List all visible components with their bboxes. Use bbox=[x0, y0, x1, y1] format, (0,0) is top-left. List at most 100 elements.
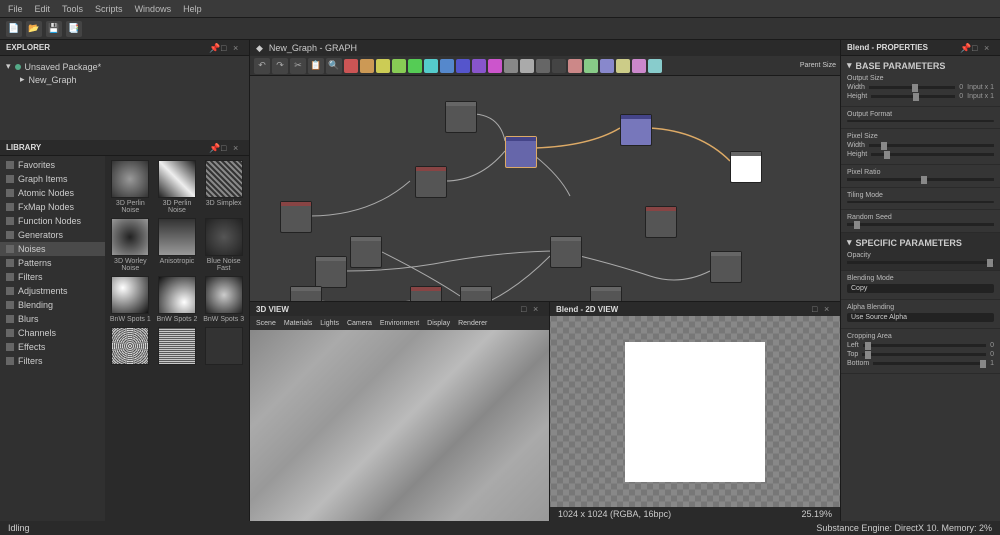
menu-tools[interactable]: Tools bbox=[62, 4, 83, 14]
library-category[interactable]: Patterns bbox=[0, 256, 105, 270]
alpha-dropdown[interactable]: Use Source Alpha bbox=[847, 313, 994, 322]
menu-help[interactable]: Help bbox=[183, 4, 202, 14]
color-swatch[interactable] bbox=[408, 59, 422, 73]
output-format-dropdown[interactable] bbox=[847, 120, 994, 122]
save-icon[interactable]: 💾 bbox=[46, 21, 62, 37]
view3d-menu[interactable]: Renderer bbox=[458, 320, 487, 327]
library-item[interactable]: Anisotropic bbox=[156, 218, 199, 272]
opacity-slider[interactable] bbox=[847, 261, 994, 264]
view3d-menu[interactable]: Scene bbox=[256, 320, 276, 327]
color-swatch[interactable] bbox=[520, 59, 534, 73]
px-width-slider[interactable] bbox=[869, 144, 994, 147]
color-swatch[interactable] bbox=[472, 59, 486, 73]
graph-node[interactable] bbox=[290, 286, 322, 301]
color-swatch[interactable] bbox=[392, 59, 406, 73]
maximize-icon[interactable]: □ bbox=[521, 304, 531, 314]
graph-node[interactable] bbox=[460, 286, 492, 301]
menu-edit[interactable]: Edit bbox=[35, 4, 51, 14]
library-category[interactable]: Effects bbox=[0, 340, 105, 354]
library-item[interactable]: Blue Noise Fast bbox=[202, 218, 245, 272]
library-category[interactable]: Adjustments bbox=[0, 284, 105, 298]
graph-node[interactable] bbox=[315, 256, 347, 288]
seed-slider[interactable] bbox=[847, 223, 994, 226]
color-swatch[interactable] bbox=[504, 59, 518, 73]
maximize-icon[interactable]: □ bbox=[972, 43, 982, 53]
graph-node[interactable] bbox=[350, 236, 382, 268]
blend-mode-dropdown[interactable]: Copy bbox=[847, 284, 994, 293]
menu-scripts[interactable]: Scripts bbox=[95, 4, 123, 14]
width-slider[interactable] bbox=[869, 86, 955, 89]
graph-node[interactable] bbox=[620, 114, 652, 146]
color-swatch[interactable] bbox=[600, 59, 614, 73]
graph-node[interactable] bbox=[710, 251, 742, 283]
tree-root[interactable]: ▾ Unsaved Package* bbox=[6, 60, 243, 73]
view3d-canvas[interactable] bbox=[250, 330, 549, 521]
color-swatch[interactable] bbox=[424, 59, 438, 73]
color-swatch[interactable] bbox=[552, 59, 566, 73]
color-swatch[interactable] bbox=[360, 59, 374, 73]
crop-top-slider[interactable] bbox=[862, 353, 986, 356]
crop-bottom-slider[interactable] bbox=[873, 362, 986, 365]
library-item[interactable]: 3D Simplex bbox=[202, 160, 245, 214]
graph-node[interactable] bbox=[410, 286, 442, 301]
view3d-menu[interactable]: Display bbox=[427, 320, 450, 327]
chevron-down-icon[interactable]: ▾ bbox=[847, 60, 852, 71]
graph-tool-icon[interactable]: 📋 bbox=[308, 58, 324, 74]
library-category[interactable]: Atomic Nodes bbox=[0, 186, 105, 200]
close-icon[interactable]: × bbox=[984, 43, 994, 53]
library-item[interactable]: BnW Spots 3 bbox=[202, 276, 245, 323]
graph-tool-icon[interactable]: ↷ bbox=[272, 58, 288, 74]
color-swatch[interactable] bbox=[584, 59, 598, 73]
graph-node[interactable] bbox=[730, 151, 762, 183]
menu-windows[interactable]: Windows bbox=[135, 4, 172, 14]
graph-node[interactable] bbox=[550, 236, 582, 268]
library-category[interactable]: Graph Items bbox=[0, 172, 105, 186]
graph-node[interactable] bbox=[645, 206, 677, 238]
color-swatch[interactable] bbox=[616, 59, 630, 73]
library-item[interactable] bbox=[202, 327, 245, 367]
library-item[interactable] bbox=[109, 327, 152, 367]
color-swatch[interactable] bbox=[440, 59, 454, 73]
color-swatch[interactable] bbox=[648, 59, 662, 73]
view3d-menu[interactable]: Materials bbox=[284, 320, 312, 327]
graph-canvas[interactable] bbox=[250, 76, 840, 301]
library-item[interactable]: BnW Spots 1 bbox=[109, 276, 152, 323]
library-item[interactable]: 3D Perlin Noise bbox=[156, 160, 199, 214]
height-slider[interactable] bbox=[871, 95, 955, 98]
library-category[interactable]: Generators bbox=[0, 228, 105, 242]
save-all-icon[interactable]: 📑 bbox=[66, 21, 82, 37]
color-swatch[interactable] bbox=[488, 59, 502, 73]
view3d-menu[interactable]: Camera bbox=[347, 320, 372, 327]
graph-tool-icon[interactable]: ✂ bbox=[290, 58, 306, 74]
library-category[interactable]: Favorites bbox=[0, 158, 105, 172]
px-ratio-slider[interactable] bbox=[847, 178, 994, 181]
pin-icon[interactable]: 📌 bbox=[960, 43, 970, 53]
library-category[interactable]: Function Nodes bbox=[0, 214, 105, 228]
library-item[interactable]: 3D Worley Noise bbox=[109, 218, 152, 272]
chevron-down-icon[interactable]: ▾ bbox=[847, 237, 852, 248]
close-icon[interactable]: × bbox=[824, 304, 834, 314]
library-item[interactable]: BnW Spots 2 bbox=[156, 276, 199, 323]
color-swatch[interactable] bbox=[632, 59, 646, 73]
maximize-icon[interactable]: □ bbox=[221, 143, 231, 153]
tiling-dropdown[interactable] bbox=[847, 201, 994, 203]
view2d-zoom[interactable]: 25.19% bbox=[801, 509, 832, 519]
graph-tool-icon[interactable]: ↶ bbox=[254, 58, 270, 74]
graph-node[interactable] bbox=[415, 166, 447, 198]
graph-node[interactable] bbox=[505, 136, 537, 168]
close-icon[interactable]: × bbox=[233, 143, 243, 153]
px-height-slider[interactable] bbox=[871, 153, 994, 156]
menu-file[interactable]: File bbox=[8, 4, 23, 14]
graph-tool-icon[interactable]: 🔍 bbox=[326, 58, 342, 74]
open-icon[interactable]: 📂 bbox=[26, 21, 42, 37]
color-swatch[interactable] bbox=[536, 59, 550, 73]
close-icon[interactable]: × bbox=[233, 43, 243, 53]
new-icon[interactable]: 📄 bbox=[6, 21, 22, 37]
crop-left-slider[interactable] bbox=[863, 344, 986, 347]
pin-icon[interactable]: 📌 bbox=[209, 43, 219, 53]
pin-icon[interactable]: 📌 bbox=[209, 143, 219, 153]
graph-node[interactable] bbox=[590, 286, 622, 301]
color-swatch[interactable] bbox=[456, 59, 470, 73]
graph-node[interactable] bbox=[445, 101, 477, 133]
maximize-icon[interactable]: □ bbox=[812, 304, 822, 314]
